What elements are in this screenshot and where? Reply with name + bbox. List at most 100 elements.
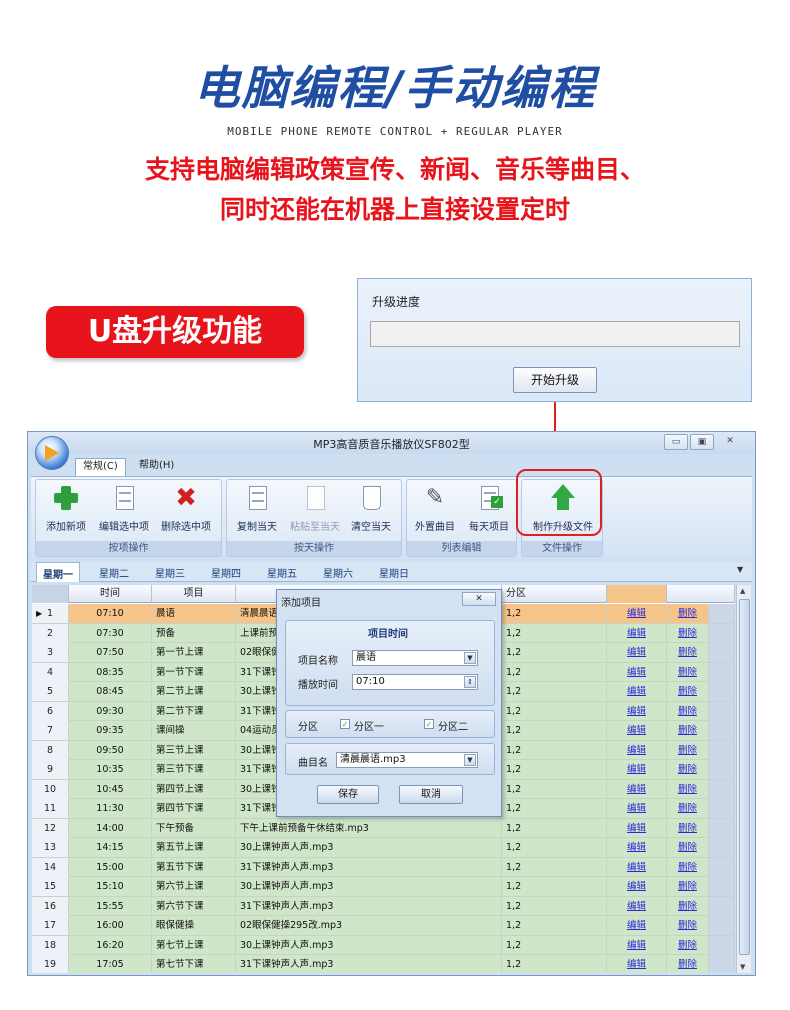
table-row[interactable]: 14 15:00 第五节下课 31下课钟声人声.mp3 1,2 编辑 删除 (32, 857, 735, 877)
tab-saturday[interactable]: 星期六 (323, 565, 353, 580)
table-row[interactable]: 19 17:05 第七节下课 31下课钟声人声.mp3 1,2 编辑 删除 (32, 955, 735, 973)
external-tracks-button[interactable]: ✎ 外置曲目 (407, 484, 463, 538)
row-delete-link[interactable]: 删除 (667, 604, 709, 623)
maximize-button[interactable]: ▣ (690, 434, 714, 450)
row-delete-link[interactable]: 删除 (667, 623, 709, 643)
row-edit-link[interactable]: 编辑 (607, 838, 667, 857)
row-item: 第三节下课 (152, 760, 236, 779)
row-filler (709, 779, 735, 799)
song-select[interactable]: 清晨晨语.mp3 ▼ (336, 752, 478, 768)
paste-day-button[interactable]: 粘贴至当天 (287, 484, 343, 538)
row-edit-link[interactable]: 编辑 (607, 701, 667, 721)
vertical-scrollbar[interactable]: ▲ ▼ (736, 585, 751, 973)
row-edit-link[interactable]: 编辑 (607, 740, 667, 760)
tabs-dropdown-icon[interactable]: ▼ (737, 565, 743, 574)
row-delete-link[interactable]: 删除 (667, 721, 709, 740)
row-number: 11 (32, 799, 69, 818)
clear-day-button[interactable]: 清空当天 (343, 484, 399, 538)
spinner-icon[interactable]: ⇕ (464, 676, 476, 688)
row-item: 第七节上课 (152, 935, 236, 955)
row-edit-link[interactable]: 编辑 (607, 916, 667, 935)
row-delete-link[interactable]: 删除 (667, 896, 709, 916)
row-edit-link[interactable]: 编辑 (607, 935, 667, 955)
row-item: 第六节下课 (152, 896, 236, 916)
chevron-down-icon[interactable]: ▼ (464, 652, 476, 664)
row-delete-link[interactable]: 删除 (667, 955, 709, 973)
row-delete-link[interactable]: 删除 (667, 643, 709, 662)
row-time: 09:35 (69, 721, 152, 740)
edit-item-button[interactable]: 编辑选中项 (96, 484, 152, 538)
row-edit-link[interactable]: 编辑 (607, 877, 667, 896)
zone1-checkbox[interactable]: ✓ (340, 719, 350, 729)
row-edit-link[interactable]: 编辑 (607, 799, 667, 818)
dialog-close-button[interactable]: ✕ (462, 592, 496, 606)
row-edit-link[interactable]: 编辑 (607, 662, 667, 682)
row-delete-link[interactable]: 删除 (667, 818, 709, 838)
row-item: 晨语 (152, 604, 236, 623)
daily-items-button[interactable]: ✓ 每天项目 (461, 484, 517, 538)
row-edit-link[interactable]: 编辑 (607, 779, 667, 799)
table-row[interactable]: 12 14:00 下午预备 下午上课前预备午休结束.mp3 1,2 编辑 删除 (32, 818, 735, 838)
row-delete-link[interactable]: 删除 (667, 779, 709, 799)
row-edit-link[interactable]: 编辑 (607, 896, 667, 916)
start-upgrade-button[interactable]: 开始升级 (513, 367, 597, 393)
tab-tuesday[interactable]: 星期二 (99, 565, 129, 580)
row-delete-link[interactable]: 删除 (667, 935, 709, 955)
row-delete-link[interactable]: 删除 (667, 682, 709, 701)
row-delete-link[interactable]: 删除 (667, 701, 709, 721)
table-row[interactable]: 16 15:55 第六节下课 31下课钟声人声.mp3 1,2 编辑 删除 (32, 896, 735, 916)
table-row[interactable]: 17 16:00 眼保健操 02眼保健操295改.mp3 1,2 编辑 删除 (32, 916, 735, 936)
row-delete-link[interactable]: 删除 (667, 916, 709, 935)
recycle-icon (357, 484, 385, 512)
row-zone: 1,2 (502, 818, 607, 838)
header-delete (667, 585, 735, 603)
table-row[interactable]: 13 14:15 第五节上课 30上课钟声人声.mp3 1,2 编辑 删除 (32, 838, 735, 858)
row-delete-link[interactable]: 删除 (667, 662, 709, 682)
row-file: 31下课钟声人声.mp3 (236, 896, 502, 916)
row-edit-link[interactable]: 编辑 (607, 604, 667, 623)
tab-sunday[interactable]: 星期日 (379, 565, 409, 580)
row-delete-link[interactable]: 删除 (667, 799, 709, 818)
row-delete-link[interactable]: 删除 (667, 740, 709, 760)
row-edit-link[interactable]: 编辑 (607, 760, 667, 779)
row-time: 17:05 (69, 955, 152, 973)
save-button[interactable]: 保存 (317, 785, 379, 804)
row-edit-link[interactable]: 编辑 (607, 682, 667, 701)
tab-friday[interactable]: 星期五 (267, 565, 297, 580)
minimize-button[interactable]: ▭ (664, 434, 688, 450)
tab-thursday[interactable]: 星期四 (211, 565, 241, 580)
delete-item-button[interactable]: ✖ 删除选中项 (158, 484, 214, 538)
row-delete-link[interactable]: 删除 (667, 877, 709, 896)
cancel-button[interactable]: 取消 (399, 785, 463, 804)
table-row[interactable]: 15 15:10 第六节上课 30上课钟声人声.mp3 1,2 编辑 删除 (32, 877, 735, 897)
tab-general[interactable]: 常规(C) (75, 458, 126, 476)
row-edit-link[interactable]: 编辑 (607, 955, 667, 973)
play-time-input[interactable]: 07:10 ⇕ (352, 674, 478, 690)
close-button[interactable]: ✕ (718, 434, 742, 450)
app-orb-icon[interactable] (35, 436, 69, 470)
tab-monday[interactable]: 星期一 (36, 562, 80, 582)
add-item-button[interactable]: 添加新项 (38, 484, 94, 538)
row-filler (709, 682, 735, 701)
tab-wednesday[interactable]: 星期三 (155, 565, 185, 580)
chevron-down-icon[interactable]: ▼ (464, 754, 476, 766)
row-number: 13 (32, 838, 69, 857)
tab-help[interactable]: 帮助(H) (132, 458, 181, 476)
row-delete-link[interactable]: 删除 (667, 838, 709, 857)
row-file: 下午上课前预备午休结束.mp3 (236, 818, 502, 838)
row-file: 02眼保健操295改.mp3 (236, 916, 502, 935)
row-edit-link[interactable]: 编辑 (607, 721, 667, 740)
zone2-checkbox[interactable]: ✓ (424, 719, 434, 729)
row-edit-link[interactable]: 编辑 (607, 857, 667, 877)
row-number: 5 (32, 682, 69, 701)
row-delete-link[interactable]: 删除 (667, 760, 709, 779)
usb-drive-icon: ✎ (425, 485, 445, 510)
copy-day-button[interactable]: 复制当天 (229, 484, 285, 538)
scroll-thumb[interactable] (739, 599, 750, 955)
row-edit-link[interactable]: 编辑 (607, 818, 667, 838)
row-edit-link[interactable]: 编辑 (607, 623, 667, 643)
item-name-select[interactable]: 晨语 ▼ (352, 650, 478, 666)
row-delete-link[interactable]: 删除 (667, 857, 709, 877)
table-row[interactable]: 18 16:20 第七节上课 30上课钟声人声.mp3 1,2 编辑 删除 (32, 935, 735, 955)
row-edit-link[interactable]: 编辑 (607, 643, 667, 662)
